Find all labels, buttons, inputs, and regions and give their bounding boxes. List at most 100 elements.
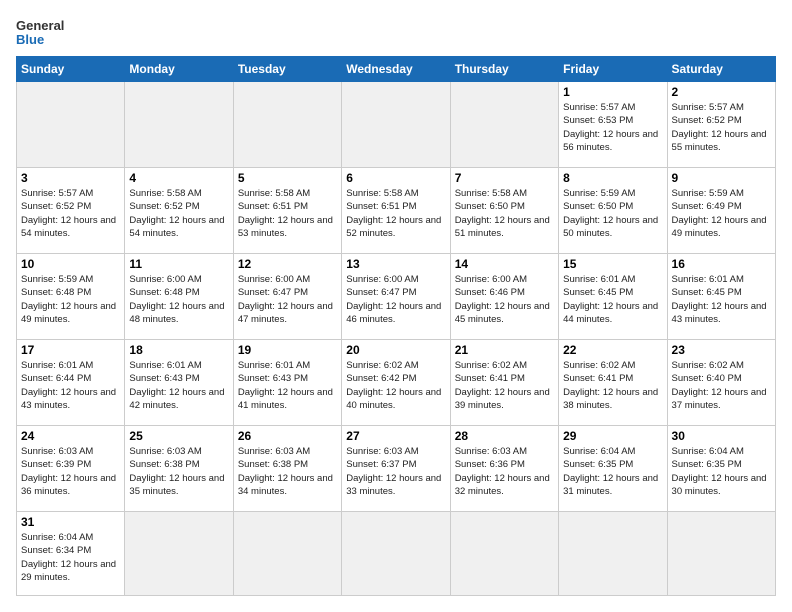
calendar-day-cell — [342, 82, 450, 168]
day-info: Sunrise: 5:57 AM Sunset: 6:53 PM Dayligh… — [563, 101, 662, 154]
calendar-week-row: 3 Sunrise: 5:57 AM Sunset: 6:52 PM Daylig… — [17, 167, 776, 253]
logo: General Blue — [16, 16, 76, 48]
day-info: Sunrise: 6:03 AM Sunset: 6:38 PM Dayligh… — [238, 445, 337, 498]
day-number: 7 — [455, 171, 554, 185]
calendar-day-cell: 31Sunrise: 6:04 AM Sunset: 6:34 PM Dayli… — [17, 511, 125, 595]
day-number: 6 — [346, 171, 445, 185]
calendar-week-row: 10 Sunrise: 5:59 AM Sunset: 6:48 PM Dayli… — [17, 253, 776, 339]
calendar-day-cell: 30 Sunrise: 6:04 AM Sunset: 6:35 PM Dayli… — [667, 425, 775, 511]
calendar-day-cell: 6 Sunrise: 5:58 AM Sunset: 6:51 PM Daylig… — [342, 167, 450, 253]
day-number: 3 — [21, 171, 120, 185]
day-number: 24 — [21, 429, 120, 443]
calendar-day-cell — [233, 511, 341, 595]
day-info: Sunrise: 5:58 AM Sunset: 6:50 PM Dayligh… — [455, 187, 554, 240]
calendar-day-cell — [450, 82, 558, 168]
calendar-day-cell: 12 Sunrise: 6:00 AM Sunset: 6:47 PM Dayli… — [233, 253, 341, 339]
day-info: Sunrise: 6:02 AM Sunset: 6:42 PM Dayligh… — [346, 359, 445, 412]
calendar-day-cell: 24 Sunrise: 6:03 AM Sunset: 6:39 PM Dayli… — [17, 425, 125, 511]
calendar-day-cell: 29 Sunrise: 6:04 AM Sunset: 6:35 PM Dayli… — [559, 425, 667, 511]
day-info: Sunrise: 5:58 AM Sunset: 6:52 PM Dayligh… — [129, 187, 228, 240]
day-number: 8 — [563, 171, 662, 185]
day-number: 12 — [238, 257, 337, 271]
day-info: Sunrise: 5:59 AM Sunset: 6:50 PM Dayligh… — [563, 187, 662, 240]
day-info: Sunrise: 5:59 AM Sunset: 6:48 PM Dayligh… — [21, 273, 120, 326]
calendar-day-cell: 10 Sunrise: 5:59 AM Sunset: 6:48 PM Dayli… — [17, 253, 125, 339]
day-number: 5 — [238, 171, 337, 185]
calendar-day-cell: 20Sunrise: 6:02 AM Sunset: 6:42 PM Dayli… — [342, 339, 450, 425]
day-number: 28 — [455, 429, 554, 443]
page: General Blue SundayMondayTuesdayWednesda… — [0, 0, 792, 612]
calendar-day-cell: 26Sunrise: 6:03 AM Sunset: 6:38 PM Dayli… — [233, 425, 341, 511]
day-number: 15 — [563, 257, 662, 271]
day-header-saturday: Saturday — [667, 57, 775, 82]
day-number: 22 — [563, 343, 662, 357]
day-info: Sunrise: 6:00 AM Sunset: 6:46 PM Dayligh… — [455, 273, 554, 326]
day-info: Sunrise: 6:03 AM Sunset: 6:39 PM Dayligh… — [21, 445, 120, 498]
calendar-day-cell: 17Sunrise: 6:01 AM Sunset: 6:44 PM Dayli… — [17, 339, 125, 425]
day-info: Sunrise: 6:04 AM Sunset: 6:34 PM Dayligh… — [21, 531, 120, 584]
day-info: Sunrise: 6:01 AM Sunset: 6:45 PM Dayligh… — [672, 273, 771, 326]
day-info: Sunrise: 6:04 AM Sunset: 6:35 PM Dayligh… — [563, 445, 662, 498]
calendar-day-cell — [17, 82, 125, 168]
generalblue-icon: General Blue — [16, 16, 76, 48]
day-info: Sunrise: 6:00 AM Sunset: 6:47 PM Dayligh… — [346, 273, 445, 326]
day-number: 10 — [21, 257, 120, 271]
day-info: Sunrise: 6:01 AM Sunset: 6:45 PM Dayligh… — [563, 273, 662, 326]
calendar-day-cell: 7 Sunrise: 5:58 AM Sunset: 6:50 PM Daylig… — [450, 167, 558, 253]
day-header-wednesday: Wednesday — [342, 57, 450, 82]
calendar-day-cell: 1 Sunrise: 5:57 AM Sunset: 6:53 PM Daylig… — [559, 82, 667, 168]
day-info: Sunrise: 5:57 AM Sunset: 6:52 PM Dayligh… — [21, 187, 120, 240]
day-info: Sunrise: 6:00 AM Sunset: 6:48 PM Dayligh… — [129, 273, 228, 326]
day-number: 13 — [346, 257, 445, 271]
svg-text:General: General — [16, 18, 64, 33]
calendar-day-cell — [125, 82, 233, 168]
calendar-week-row: 17Sunrise: 6:01 AM Sunset: 6:44 PM Dayli… — [17, 339, 776, 425]
calendar-day-cell — [125, 511, 233, 595]
day-number: 21 — [455, 343, 554, 357]
day-info: Sunrise: 6:02 AM Sunset: 6:41 PM Dayligh… — [455, 359, 554, 412]
day-info: Sunrise: 6:03 AM Sunset: 6:38 PM Dayligh… — [129, 445, 228, 498]
calendar-day-cell: 3 Sunrise: 5:57 AM Sunset: 6:52 PM Daylig… — [17, 167, 125, 253]
calendar-day-cell: 8 Sunrise: 5:59 AM Sunset: 6:50 PM Daylig… — [559, 167, 667, 253]
day-number: 30 — [672, 429, 771, 443]
calendar: SundayMondayTuesdayWednesdayThursdayFrid… — [16, 56, 776, 596]
day-number: 25 — [129, 429, 228, 443]
calendar-header-row: SundayMondayTuesdayWednesdayThursdayFrid… — [17, 57, 776, 82]
day-info: Sunrise: 6:01 AM Sunset: 6:43 PM Dayligh… — [238, 359, 337, 412]
calendar-day-cell — [233, 82, 341, 168]
calendar-day-cell: 16Sunrise: 6:01 AM Sunset: 6:45 PM Dayli… — [667, 253, 775, 339]
day-number: 9 — [672, 171, 771, 185]
day-info: Sunrise: 6:04 AM Sunset: 6:35 PM Dayligh… — [672, 445, 771, 498]
calendar-day-cell: 21 Sunrise: 6:02 AM Sunset: 6:41 PM Dayli… — [450, 339, 558, 425]
day-number: 14 — [455, 257, 554, 271]
calendar-day-cell: 15 Sunrise: 6:01 AM Sunset: 6:45 PM Dayli… — [559, 253, 667, 339]
calendar-day-cell: 23Sunrise: 6:02 AM Sunset: 6:40 PM Dayli… — [667, 339, 775, 425]
day-info: Sunrise: 6:01 AM Sunset: 6:43 PM Dayligh… — [129, 359, 228, 412]
day-info: Sunrise: 5:57 AM Sunset: 6:52 PM Dayligh… — [672, 101, 771, 154]
calendar-day-cell: 2Sunrise: 5:57 AM Sunset: 6:52 PM Daylig… — [667, 82, 775, 168]
header: General Blue — [16, 16, 776, 48]
day-header-monday: Monday — [125, 57, 233, 82]
day-number: 29 — [563, 429, 662, 443]
day-number: 4 — [129, 171, 228, 185]
day-header-thursday: Thursday — [450, 57, 558, 82]
day-number: 27 — [346, 429, 445, 443]
day-info: Sunrise: 6:00 AM Sunset: 6:47 PM Dayligh… — [238, 273, 337, 326]
day-number: 11 — [129, 257, 228, 271]
day-header-sunday: Sunday — [17, 57, 125, 82]
calendar-day-cell: 19Sunrise: 6:01 AM Sunset: 6:43 PM Dayli… — [233, 339, 341, 425]
calendar-day-cell: 18Sunrise: 6:01 AM Sunset: 6:43 PM Dayli… — [125, 339, 233, 425]
calendar-day-cell — [450, 511, 558, 595]
calendar-day-cell: 14 Sunrise: 6:00 AM Sunset: 6:46 PM Dayli… — [450, 253, 558, 339]
calendar-day-cell: 11 Sunrise: 6:00 AM Sunset: 6:48 PM Dayli… — [125, 253, 233, 339]
calendar-day-cell: 22 Sunrise: 6:02 AM Sunset: 6:41 PM Dayli… — [559, 339, 667, 425]
calendar-day-cell — [667, 511, 775, 595]
calendar-day-cell: 27Sunrise: 6:03 AM Sunset: 6:37 PM Dayli… — [342, 425, 450, 511]
svg-text:Blue: Blue — [16, 32, 44, 47]
calendar-day-cell — [342, 511, 450, 595]
day-info: Sunrise: 6:02 AM Sunset: 6:41 PM Dayligh… — [563, 359, 662, 412]
calendar-day-cell: 28Sunrise: 6:03 AM Sunset: 6:36 PM Dayli… — [450, 425, 558, 511]
day-number: 23 — [672, 343, 771, 357]
day-info: Sunrise: 5:58 AM Sunset: 6:51 PM Dayligh… — [346, 187, 445, 240]
day-number: 1 — [563, 85, 662, 99]
